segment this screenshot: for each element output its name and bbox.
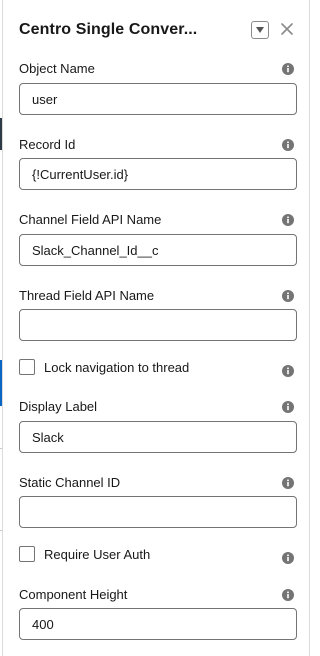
info-icon[interactable] bbox=[282, 589, 294, 601]
page: Centro Single Conver... Object Name Reco… bbox=[0, 0, 312, 656]
chevron-down-icon bbox=[256, 27, 264, 33]
lock-navigation-checkbox[interactable] bbox=[19, 359, 35, 375]
static-channel-input[interactable] bbox=[19, 496, 297, 528]
properties-panel: Centro Single Conver... Object Name Reco… bbox=[2, 0, 310, 656]
require-auth-checkbox[interactable] bbox=[19, 546, 35, 562]
channel-field-label: Channel Field API Name bbox=[19, 212, 162, 227]
thread-field-input[interactable] bbox=[19, 309, 297, 341]
record-id-label: Record Id bbox=[19, 137, 76, 152]
info-icon[interactable] bbox=[282, 290, 294, 302]
require-auth-label[interactable]: Require User Auth bbox=[44, 547, 150, 562]
lock-navigation-row: Lock navigation to thread bbox=[19, 358, 189, 376]
panel-title: Centro Single Conver... bbox=[19, 21, 198, 38]
info-icon[interactable] bbox=[282, 139, 294, 151]
info-icon[interactable] bbox=[282, 214, 294, 226]
component-height-input[interactable] bbox=[19, 608, 297, 640]
info-icon[interactable] bbox=[282, 365, 294, 377]
info-icon[interactable] bbox=[282, 477, 294, 489]
panel-menu-button[interactable] bbox=[251, 21, 269, 39]
require-auth-row: Require User Auth bbox=[19, 545, 150, 563]
info-icon[interactable] bbox=[282, 63, 294, 75]
info-icon[interactable] bbox=[282, 401, 294, 413]
close-icon bbox=[281, 23, 293, 35]
component-height-label: Component Height bbox=[19, 587, 128, 602]
panel-header: Centro Single Conver... bbox=[19, 20, 297, 44]
object-name-label: Object Name bbox=[19, 61, 95, 76]
lock-navigation-label[interactable]: Lock navigation to thread bbox=[44, 360, 189, 375]
object-name-input[interactable] bbox=[19, 83, 297, 115]
display-label-label: Display Label bbox=[19, 399, 98, 414]
thread-field-label: Thread Field API Name bbox=[19, 288, 155, 303]
record-id-input[interactable] bbox=[19, 158, 297, 190]
info-icon[interactable] bbox=[282, 552, 294, 564]
static-channel-label: Static Channel ID bbox=[19, 475, 121, 490]
display-label-input[interactable] bbox=[19, 421, 297, 453]
close-button[interactable] bbox=[277, 19, 297, 39]
channel-field-input[interactable] bbox=[19, 234, 297, 266]
